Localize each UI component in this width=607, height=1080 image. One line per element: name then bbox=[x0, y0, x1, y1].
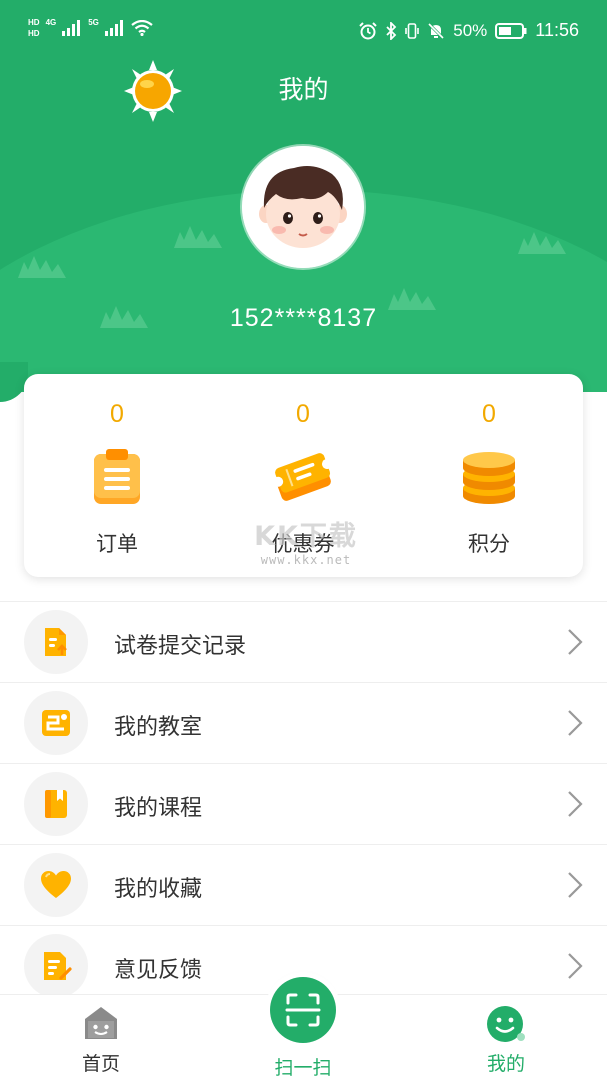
menu-item-my-courses[interactable]: 我的课程 bbox=[0, 763, 607, 844]
grass-decoration bbox=[518, 232, 566, 254]
book-icon bbox=[45, 790, 67, 818]
stats-card: 0 订单 0 优惠券 0 积分 bbox=[24, 374, 583, 577]
mute-bell-icon bbox=[428, 22, 445, 39]
vibrate-icon bbox=[405, 22, 420, 39]
menu-icon-circle bbox=[24, 853, 88, 917]
home-icon bbox=[85, 1007, 117, 1039]
stat-orders[interactable]: 0 订单 bbox=[24, 374, 210, 577]
stat-count: 0 bbox=[110, 400, 124, 428]
wifi-icon bbox=[131, 20, 153, 36]
stat-points[interactable]: 0 积分 bbox=[396, 374, 582, 577]
nav-home[interactable]: 首页 bbox=[31, 995, 171, 1080]
menu-list: 试卷提交记录 我的教室 我的课程 我的收藏 意见反馈 bbox=[0, 601, 607, 1006]
battery-icon bbox=[495, 22, 527, 39]
menu-icon-circle bbox=[24, 934, 88, 998]
user-phone: 152****8137 bbox=[229, 304, 378, 332]
nav-scan[interactable]: 扫一扫 bbox=[233, 977, 373, 1080]
status-bar-signals: HD HD 4G 5G bbox=[28, 18, 153, 38]
page-title: 我的 bbox=[278, 75, 329, 104]
nav-label: 首页 bbox=[81, 1053, 120, 1075]
chevron-right-icon bbox=[568, 710, 583, 736]
clipboard-icon bbox=[94, 449, 140, 504]
stat-coupons[interactable]: 0 优惠券 bbox=[210, 374, 396, 577]
scan-button[interactable] bbox=[270, 977, 336, 1043]
hd-badges: HD HD bbox=[28, 18, 40, 38]
status-bar: HD HD 4G 5G 50% 11:56 bbox=[0, 0, 607, 64]
hd-badge: HD bbox=[28, 18, 40, 27]
menu-icon-circle bbox=[24, 610, 88, 674]
stat-label: 订单 bbox=[96, 532, 138, 556]
status-bar-system: 50% 11:56 bbox=[359, 20, 579, 41]
signal-icon bbox=[62, 20, 81, 36]
hd-badge: HD bbox=[28, 29, 40, 38]
chevron-right-icon bbox=[568, 872, 583, 898]
menu-item-my-favorites[interactable]: 我的收藏 bbox=[0, 844, 607, 925]
menu-icon-circle bbox=[24, 691, 88, 755]
network-type: 5G bbox=[88, 18, 99, 27]
menu-label: 我的教室 bbox=[114, 715, 203, 740]
smile-face-icon bbox=[487, 1006, 525, 1042]
nav-label: 我的 bbox=[486, 1053, 525, 1075]
stat-label: 积分 bbox=[468, 532, 510, 556]
alarm-icon bbox=[359, 21, 377, 39]
signal-icon bbox=[104, 20, 123, 36]
battery-percent: 50% bbox=[453, 20, 488, 40]
chevron-right-icon bbox=[568, 791, 583, 817]
menu-label: 意见反馈 bbox=[114, 958, 203, 983]
bluetooth-icon bbox=[386, 21, 397, 40]
menu-item-my-classroom[interactable]: 我的教室 bbox=[0, 682, 607, 763]
clock: 11:56 bbox=[535, 20, 579, 40]
stat-count: 0 bbox=[482, 400, 496, 428]
ticket-icon bbox=[273, 453, 333, 501]
grass-decoration bbox=[18, 256, 66, 278]
menu-label: 我的收藏 bbox=[114, 877, 203, 902]
coins-icon bbox=[463, 452, 515, 504]
bottom-nav: 首页 扫一扫 我的 bbox=[0, 977, 607, 1080]
scan-icon bbox=[285, 993, 321, 1027]
stat-count: 0 bbox=[296, 400, 310, 428]
chevron-right-icon bbox=[568, 629, 583, 655]
menu-label: 我的课程 bbox=[114, 796, 203, 821]
menu-item-exam-records[interactable]: 试卷提交记录 bbox=[0, 601, 607, 682]
heart-icon bbox=[41, 871, 71, 898]
avatar-boy-icon bbox=[242, 146, 364, 268]
avatar[interactable] bbox=[242, 146, 364, 268]
classroom-icon bbox=[42, 710, 70, 736]
feedback-icon bbox=[44, 952, 72, 980]
network-type: 4G bbox=[45, 18, 57, 27]
menu-icon-circle bbox=[24, 772, 88, 836]
nav-mine[interactable]: 我的 bbox=[436, 995, 576, 1080]
stat-label: 优惠券 bbox=[271, 532, 335, 556]
menu-label: 试卷提交记录 bbox=[114, 634, 247, 659]
chevron-right-icon bbox=[568, 953, 583, 979]
nav-label: 扫一扫 bbox=[274, 1057, 332, 1079]
grass-decoration bbox=[174, 226, 222, 248]
document-upload-icon bbox=[45, 628, 67, 656]
